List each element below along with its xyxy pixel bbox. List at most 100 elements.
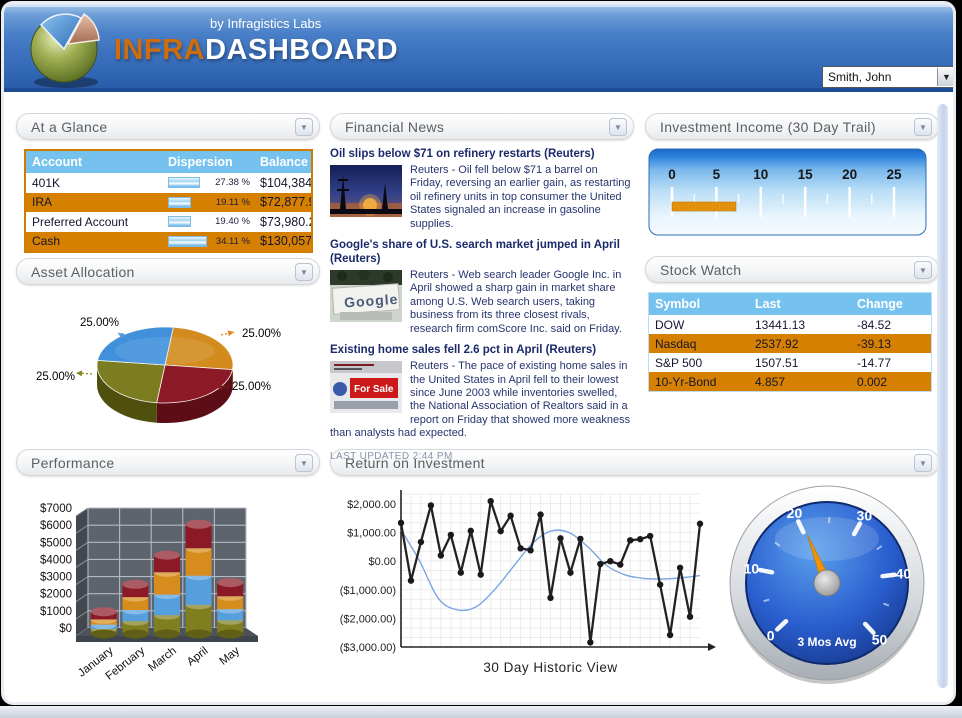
panel-title: Investment Income (30 Day Trail) [646, 119, 876, 135]
symbol-cell: Nasdaq [649, 337, 749, 351]
svg-text:($3,000.00): ($3,000.00) [340, 642, 396, 654]
account-cell: IRA [26, 195, 162, 209]
asset-allocation-pie-chart: 25.00%25.00%25.00%25.00% [16, 287, 318, 445]
table-header-row: AccountDispersionBalance [26, 151, 311, 173]
news-body: For SaleReuters - The pace of existing h… [330, 360, 632, 440]
app-header: by Infragistics Labs INFRADASHBOARD Smit… [4, 4, 953, 92]
performance-bar-chart: $7000$6000$5000$4000$3000$2000$1000$0Jan… [16, 480, 318, 696]
account-cell: 401K [26, 176, 162, 190]
svg-text:0: 0 [668, 167, 676, 182]
table-row[interactable]: S&P 5001507.51-14.77 [649, 353, 931, 372]
panel-header-investment-income: Investment Income (30 Day Trail) ▼ [645, 113, 939, 140]
symbol-cell: 10-Yr-Bond [649, 375, 749, 389]
collapse-button-at-a-glance[interactable]: ▼ [295, 118, 313, 136]
svg-text:5: 5 [713, 167, 721, 182]
collapse-button-financial-news[interactable]: ▼ [609, 118, 627, 136]
collapse-button-return-on-investment[interactable]: ▼ [914, 454, 932, 472]
svg-text:($1,000.00): ($1,000.00) [340, 585, 396, 597]
svg-text:40: 40 [896, 566, 912, 582]
news-headline[interactable]: Google's share of U.S. search market jum… [330, 238, 632, 266]
table-header-row: SymbolLastChange [649, 293, 931, 315]
panel-title: At a Glance [17, 119, 107, 135]
news-item: Google's share of U.S. search market jum… [330, 238, 632, 336]
panel-header-at-a-glance: At a Glance ▼ [16, 113, 320, 140]
brand-tagline: by Infragistics Labs [210, 16, 321, 31]
last-updated-label: LAST UPDATED 2:44 PM [330, 451, 632, 463]
svg-text:$6000: $6000 [40, 520, 72, 532]
change-cell: -39.13 [851, 337, 931, 351]
svg-text:May: May [218, 645, 243, 668]
news-body: GoogleReuters - Web search leader Google… [330, 269, 632, 336]
table-row[interactable]: Preferred Account19.40 %$73,980.22 [26, 212, 311, 232]
roi-line-chart: $2,000.00$1,000.00$0.00($1,000.00)($2,00… [330, 480, 730, 690]
svg-text:March: March [146, 645, 179, 674]
dispersion-cell: 19.11 % [162, 197, 254, 208]
news-item: Existing home sales fell 2.6 pct in Apri… [330, 343, 632, 440]
table-row[interactable]: 10-Yr-Bond4.8570.002 [649, 372, 931, 391]
svg-text:15: 15 [798, 167, 814, 182]
change-cell: -84.52 [851, 318, 931, 332]
svg-text:30 Day Historic View: 30 Day Historic View [483, 660, 617, 675]
table-row[interactable]: Cash34.11 %$130,057.41 [26, 232, 311, 252]
brand-prefix: INFRA [114, 34, 205, 66]
balance-cell: $130,057.41 [254, 234, 311, 248]
dropdown-arrow-icon[interactable]: ▼ [937, 68, 953, 86]
at-a-glance-table: AccountDispersionBalance401K27.38 %$104,… [24, 149, 313, 253]
last-cell: 1507.51 [749, 356, 851, 370]
table-row[interactable]: DOW13441.13-84.52 [649, 315, 931, 334]
dispersion-bar [168, 177, 200, 188]
svg-text:25.00%: 25.00% [80, 317, 119, 329]
oil-rig-image [330, 165, 402, 217]
table-row[interactable]: IRA19.11 %$72,877.99 [26, 193, 311, 213]
brand-logo-pie-icon [18, 6, 114, 92]
svg-text:20: 20 [787, 505, 803, 521]
dashboard-frame: by Infragistics Labs INFRADASHBOARD Smit… [4, 4, 953, 702]
panel-title: Asset Allocation [17, 264, 135, 280]
news-item: Oil slips below $71 on refinery restarts… [330, 147, 632, 231]
news-body: Reuters - Oil fell below $71 a barrel on… [330, 164, 632, 231]
svg-text:3 Mos Avg: 3 Mos Avg [797, 635, 856, 649]
dispersion-bar [168, 236, 207, 247]
panel-header-stock-watch: Stock Watch ▼ [645, 256, 939, 283]
window-bottom-strip [0, 706, 962, 718]
dispersion-cell: 19.40 % [162, 216, 254, 227]
three-month-average-radial-gauge: 010203040503 Mos Avg [724, 478, 940, 698]
svg-text:For Sale: For Sale [354, 384, 394, 395]
collapse-button-performance[interactable]: ▼ [295, 454, 313, 472]
symbol-cell: DOW [649, 318, 749, 332]
svg-text:20: 20 [842, 167, 857, 182]
svg-text:$2000: $2000 [40, 589, 72, 601]
svg-text:$5000: $5000 [40, 537, 72, 549]
collapse-button-stock-watch[interactable]: ▼ [914, 261, 932, 279]
svg-text:10: 10 [744, 560, 760, 576]
user-select[interactable]: Smith, John ▼ [822, 66, 953, 88]
collapse-button-investment-income[interactable]: ▼ [914, 118, 932, 136]
collapse-button-asset-allocation[interactable]: ▼ [295, 263, 313, 281]
for-sale-sign-image: For Sale [330, 361, 402, 413]
panel-header-asset-allocation: Asset Allocation ▼ [16, 258, 320, 285]
column-header: Symbol [649, 297, 749, 311]
dashboard-page: by Infragistics Labs INFRADASHBOARD Smit… [0, 0, 962, 718]
table-row[interactable]: 401K27.38 %$104,384.27 [26, 173, 311, 193]
last-cell: 2537.92 [749, 337, 851, 351]
account-cell: Cash [26, 234, 162, 248]
last-cell: 13441.13 [749, 318, 851, 332]
user-select-value: Smith, John [823, 70, 937, 84]
table-row[interactable]: Nasdaq2537.92-39.13 [649, 334, 931, 353]
panel-title: Performance [17, 455, 114, 471]
google-sign-image: Google [330, 270, 402, 322]
svg-text:$2,000.00: $2,000.00 [347, 499, 396, 511]
balance-cell: $73,980.22 [254, 215, 311, 229]
vertical-scrollbar[interactable] [937, 104, 948, 688]
news-headline[interactable]: Existing home sales fell 2.6 pct in Apri… [330, 343, 632, 357]
svg-text:50: 50 [872, 631, 888, 647]
panel-header-performance: Performance ▼ [16, 449, 320, 476]
dispersion-cell: 27.38 % [162, 177, 254, 188]
brand-suffix: DASHBOARD [205, 34, 398, 66]
svg-text:$1000: $1000 [40, 606, 72, 618]
svg-text:$0.00: $0.00 [368, 556, 396, 568]
change-cell: 0.002 [851, 375, 931, 389]
news-headline[interactable]: Oil slips below $71 on refinery restarts… [330, 147, 632, 161]
column-header: Last [749, 297, 851, 311]
column-header: Change [851, 297, 931, 311]
